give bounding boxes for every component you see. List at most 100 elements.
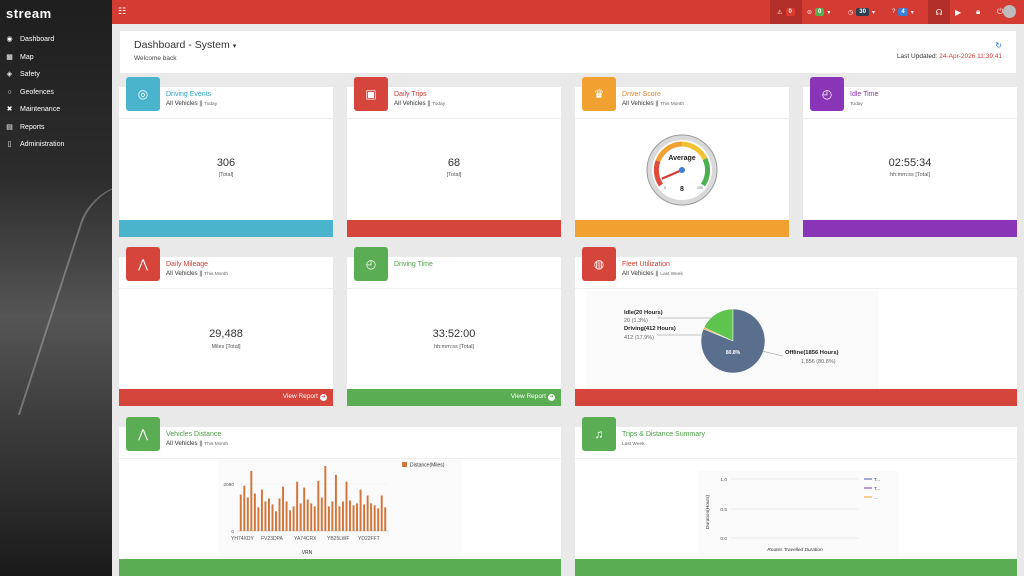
alerts-button[interactable]: ⚠ 0 [770, 0, 802, 24]
chart-bar[interactable] [380, 495, 383, 531]
chart-bar[interactable] [271, 504, 274, 531]
chart-bar[interactable] [296, 481, 299, 531]
bus-icon: ▣ [354, 77, 388, 111]
chart-bar[interactable] [306, 499, 309, 531]
chart-bar[interactable] [356, 503, 359, 531]
y-tick-label: 1.0 [720, 477, 727, 483]
card-value: 29,488 [209, 328, 243, 340]
speedometer-icon: ◉ [6, 36, 13, 44]
sidebar-item-label: Dashboard [20, 36, 55, 44]
gauge-label: Average [668, 155, 695, 162]
card-title: Daily Mileage [166, 261, 209, 268]
card-title: Fleet Utilization [622, 261, 670, 268]
refresh-icon[interactable]: ↻ [995, 41, 1002, 50]
chart-bar[interactable] [310, 503, 313, 531]
chart-bar[interactable] [260, 489, 263, 531]
chart-bar[interactable] [384, 507, 387, 531]
chart-bar[interactable] [278, 498, 281, 531]
chart-bar[interactable] [366, 495, 369, 531]
chart-bar[interactable] [324, 465, 327, 531]
last-updated: Last Updated: 24-Apr-2026 11:39:41 [896, 53, 1002, 60]
y-tick-label: 0.5 [720, 507, 727, 513]
card-title: Idle Time [850, 91, 879, 98]
chart-bar[interactable] [246, 497, 249, 532]
chart-bar[interactable] [320, 497, 323, 532]
video-button[interactable]: ▶ [955, 0, 961, 24]
messages-badge: 0 [815, 8, 825, 16]
chart-bar[interactable] [334, 474, 337, 531]
card-footer: View Report ➔ [347, 389, 561, 406]
alerts-badge: 0 [785, 8, 795, 16]
sidebar-item-administration[interactable]: ▯ Administration [0, 136, 112, 154]
chart-bar[interactable] [299, 503, 302, 531]
last-updated-value: 24-Apr-2026 11:39:41 [939, 53, 1002, 60]
card-footer [119, 220, 333, 237]
chart-bar[interactable] [303, 487, 306, 531]
card-footer [803, 220, 1017, 237]
chart-bar[interactable] [313, 506, 316, 531]
sidebar-item-label: Map [20, 53, 34, 61]
chart-bar[interactable] [373, 505, 376, 531]
clock-button[interactable]: ◷ 30 ▾ [848, 0, 875, 24]
page-header: Dashboard - System ▾ Welcome back ↻ Last … [120, 31, 1016, 73]
chart-bar[interactable] [267, 498, 270, 531]
arrow-right-icon: ➔ [320, 394, 327, 401]
card-footer [575, 220, 789, 237]
pie-label-idle: Idle(20 Hours) [624, 310, 663, 316]
sidebar-item-dashboard[interactable]: ◉ Dashboard [0, 31, 112, 49]
chart-bar[interactable] [352, 505, 355, 531]
chart-bar[interactable] [327, 506, 330, 531]
chart-bar[interactable] [282, 486, 285, 531]
card-subtitle: All Vehicles || Today [394, 100, 446, 107]
card-value: 68 [447, 157, 461, 169]
view-report-link[interactable]: View Report ➔ [283, 393, 327, 401]
chart-bar[interactable] [253, 493, 256, 531]
sidebar-item-safety[interactable]: ◈ Safety [0, 66, 112, 84]
chart-bar[interactable] [359, 489, 362, 531]
x-tick-label: FV23DPA [261, 536, 284, 542]
caret-down-icon: ▾ [232, 43, 237, 50]
chart-bar[interactable] [363, 504, 366, 531]
card-value: 33:52:00 [432, 328, 476, 340]
sidebar-item-reports[interactable]: ▤ Reports [0, 119, 112, 137]
lock-button[interactable]: 🔒︎ [976, 0, 980, 24]
y-tick-label: 2080 [223, 482, 234, 488]
chart-bar[interactable] [289, 510, 292, 531]
chart-bar[interactable] [317, 480, 320, 531]
chart-bar[interactable] [345, 481, 348, 531]
chart-bar[interactable] [250, 470, 253, 531]
chart-bar[interactable] [377, 508, 380, 531]
help-button[interactable]: ? 4 ▾ [892, 0, 914, 24]
card-title: Trips & Distance Summary [622, 431, 705, 438]
chart-bar[interactable] [239, 494, 242, 531]
chart-bar[interactable] [370, 503, 373, 531]
page-title-dropdown[interactable]: Dashboard - System ▾ [134, 39, 236, 51]
chevron-down-icon: ▾ [910, 9, 914, 16]
vehicles-distance-card: ⋀ Vehicles Distance All Vehicles || This… [119, 417, 561, 576]
avatar[interactable] [1003, 5, 1016, 18]
app-logo[interactable]: stream [0, 0, 112, 27]
help-icon: ? [892, 9, 896, 15]
chart-bar[interactable] [264, 501, 267, 531]
chart-bar[interactable] [257, 507, 260, 531]
chart-bar[interactable] [331, 501, 334, 531]
sidebar-item-geofences[interactable]: ○ Geofences [0, 84, 112, 102]
arrow-right-icon: ➔ [548, 394, 555, 401]
score-gauge: Average 8 0 100 [646, 134, 718, 206]
sidebar-item-map[interactable]: ▦ Map [0, 49, 112, 67]
card-title: Driving Time [394, 261, 433, 268]
chart-bar[interactable] [349, 500, 351, 531]
chart-bar[interactable] [292, 506, 295, 531]
view-report-link[interactable]: View Report ➔ [511, 393, 555, 401]
messages-button[interactable]: ⊜ 0 ▾ [807, 0, 830, 24]
sidebar-item-label: Administration [20, 141, 65, 149]
chart-bar[interactable] [338, 506, 341, 531]
sidebar-item-maintenance[interactable]: ✖ Maintenance [0, 101, 112, 119]
chart-bar[interactable] [243, 485, 246, 531]
chart-bar[interactable] [341, 501, 344, 531]
chart-bar[interactable] [275, 511, 277, 531]
menu-icon[interactable]: ☷ [118, 6, 126, 17]
chart-bar[interactable] [285, 501, 288, 531]
support-button[interactable]: ☊ [928, 0, 950, 24]
gauge-min: 0 [664, 186, 666, 190]
